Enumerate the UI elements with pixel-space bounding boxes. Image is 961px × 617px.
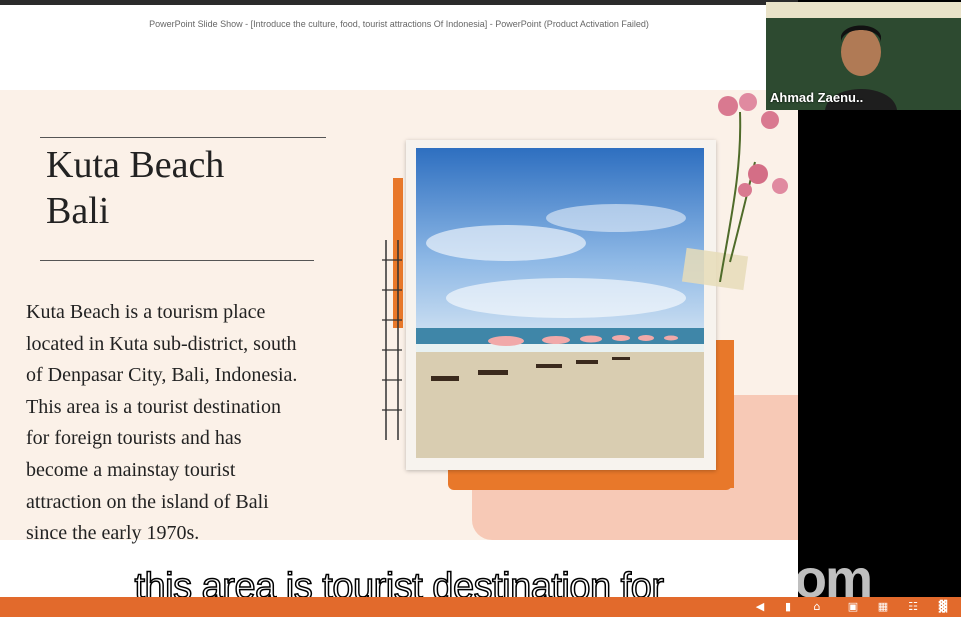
- body-line: since the early 1970s.: [26, 522, 200, 545]
- title-bottom-rule: [40, 260, 314, 261]
- slide-title-line2: Bali: [46, 190, 110, 232]
- present-icon[interactable]: ▓: [936, 600, 950, 613]
- body-line: become a mainstay tourist: [26, 458, 236, 481]
- slide-body-text: Kuta Beach is a tourism place located in…: [26, 297, 376, 550]
- body-line: Kuta Beach is a tourism place: [26, 301, 266, 323]
- slide-top-margin: [0, 34, 798, 90]
- body-line: located in Kuta sub-district, south: [26, 332, 297, 355]
- slide-title: Kuta Beach Bali: [46, 142, 224, 234]
- grid-icon[interactable]: ▦: [876, 600, 890, 613]
- title-top-rule: [40, 137, 326, 138]
- flower-decoration-icon: [718, 93, 788, 282]
- body-line: for foreign tourists and has: [26, 427, 242, 450]
- decorative-orange-strip: [448, 470, 732, 490]
- participant-video[interactable]: Ahmad Zaenu..: [766, 2, 961, 110]
- slides-icon[interactable]: ▣: [846, 600, 860, 613]
- slide-title-line1: Kuta Beach: [46, 144, 225, 186]
- photo-frame: [406, 140, 716, 470]
- window-titlebar: PowerPoint Slide Show - [Introduce the c…: [0, 0, 798, 34]
- body-line: This area is a tourist destination: [26, 395, 281, 418]
- body-line: of Denpasar City, Bali, Indonesia.: [26, 364, 298, 387]
- body-line: attraction on the island of Bali: [26, 490, 269, 513]
- window-title: PowerPoint Slide Show - [Introduce the c…: [149, 19, 649, 29]
- participant-name: Ahmad Zaenu..: [770, 90, 864, 105]
- beach-photo: [416, 148, 704, 458]
- notes-icon[interactable]: ▮: [781, 600, 795, 613]
- decorative-ladder-icon: [382, 240, 402, 440]
- decorative-orange-strip: [716, 340, 734, 488]
- previous-icon[interactable]: ◀: [753, 600, 767, 613]
- webinar-banner: [766, 2, 961, 18]
- book-icon[interactable]: ☷: [906, 600, 920, 613]
- home-icon[interactable]: ⌂: [810, 600, 824, 613]
